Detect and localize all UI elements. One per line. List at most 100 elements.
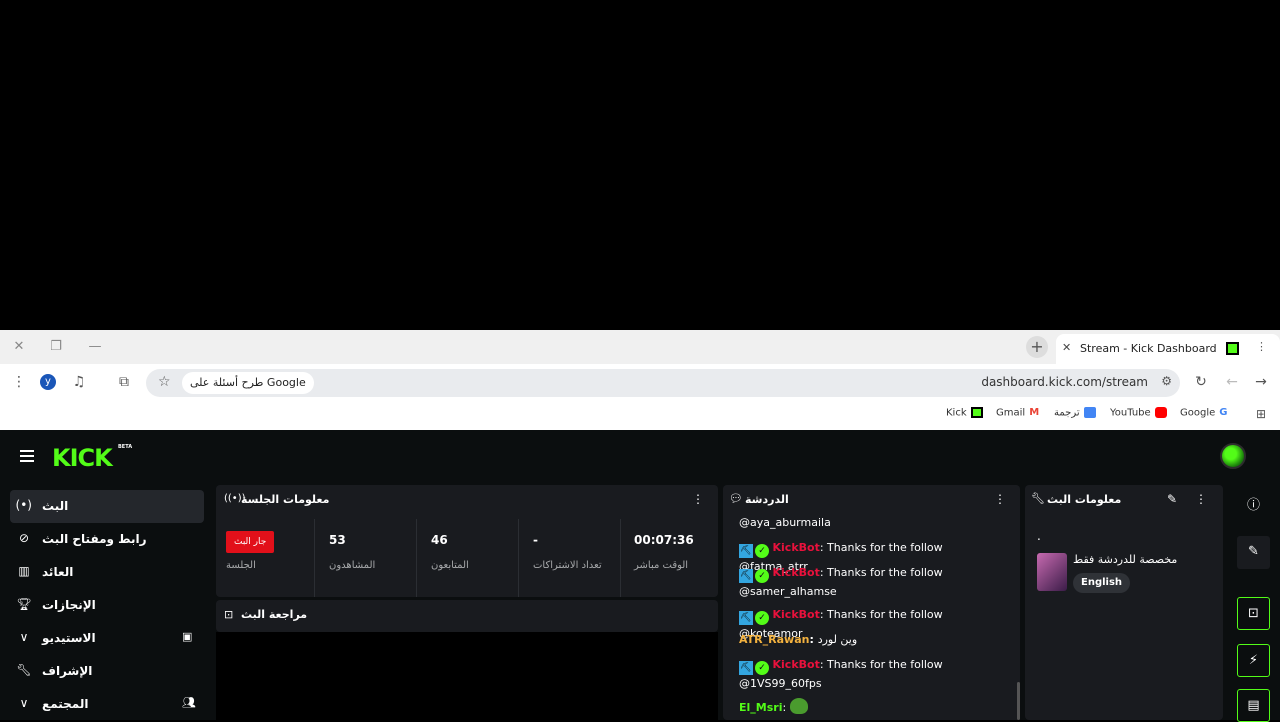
info-icon[interactable]: ⓘ <box>1237 490 1270 523</box>
extensions-icon[interactable]: ⧉ <box>115 374 133 390</box>
session-stat: جار البث الجلسة <box>216 519 314 597</box>
panel-menu-icon[interactable]: ⋮ <box>994 492 1006 506</box>
preview-icon: ⊡ <box>224 608 234 621</box>
bookmark-star-icon[interactable]: ☆ <box>158 374 171 390</box>
stream-info-panel: 🔧︎ معلومات البث ✎ ⋮ . مخصصة للدردشة فقط … <box>1025 485 1223 720</box>
chat-username[interactable]: KickBot <box>773 658 820 671</box>
sidebar-item-label: المجتمع <box>42 697 89 711</box>
kick-logo[interactable]: KICK <box>52 444 113 472</box>
chevron-down-icon: ∨ <box>19 630 29 644</box>
category-name[interactable]: مخصصة للدردشة فقط <box>1073 553 1177 566</box>
session-info-panel: ((•)) معلومات الجلسة ⋮ جار البث الجلسة 5… <box>216 485 718 597</box>
chat-username[interactable]: KickBot <box>773 541 820 554</box>
wrench-icon: 🔧︎ <box>1031 492 1045 505</box>
edit-icon[interactable]: ✎ <box>1237 536 1270 569</box>
browser-toolbar: ⋮ y ♫ ⧉ ☆ طرح أسئلة على Google dashboard… <box>0 364 1280 402</box>
sidebar-item-studio[interactable]: ∨ الاستيديو ▣ <box>10 622 204 655</box>
verified-badge-icon: ✓ <box>755 611 769 625</box>
sidebar-item-label: البث <box>42 499 69 513</box>
close-window-icon[interactable]: ✕ <box>10 338 28 356</box>
sidebar-item-moderation[interactable]: 🔧︎ الإشراف <box>10 655 204 688</box>
chat-username[interactable]: KickBot <box>773 608 820 621</box>
bookmark-gmail[interactable]: Gmail M <box>996 407 1039 419</box>
language-chip: English <box>1073 573 1131 593</box>
moderator-badge-icon: ⛏ <box>739 544 753 558</box>
chat-username[interactable]: ATR_Rawan <box>739 633 809 646</box>
moderator-badge-icon: ⛏ <box>739 611 753 625</box>
sidebar-item-label: الإنجازات <box>42 598 96 612</box>
google-icon: G <box>1219 407 1228 418</box>
url-text[interactable]: dashboard.kick.com/stream <box>981 375 1148 389</box>
bookmark-google[interactable]: Google G <box>1180 407 1227 419</box>
restore-window-icon[interactable]: ❐ <box>47 338 65 356</box>
broadcast-icon: (•) <box>15 498 32 512</box>
chat-panel: 💬︎ الدردشة ⋮ @aya_aburmaila ⛏ ✓ KickBot: … <box>723 485 1020 720</box>
sidebar-item-label: الاستيديو <box>42 631 96 645</box>
panel-title: معلومات البث <box>1047 493 1122 506</box>
browser-menu-icon[interactable]: ⋮ <box>10 374 28 390</box>
back-arrow-icon[interactable]: ← <box>1223 374 1241 390</box>
new-tab-button[interactable]: + <box>1026 336 1048 358</box>
sidebar-item-stream-key[interactable]: ⊘ رابط ومفتاح البث <box>10 523 204 556</box>
notes-icon[interactable]: ▤ <box>1237 689 1270 722</box>
stat-value: 46 <box>431 533 448 547</box>
panel-menu-icon[interactable]: ⋮ <box>692 492 704 506</box>
apps-grid-icon[interactable]: ⊞ <box>1256 407 1266 421</box>
trophy-icon: 🏆︎ <box>16 597 32 611</box>
sidebar-item-community[interactable]: ∨ المجتمع 👥︎ <box>10 688 204 721</box>
stat-value: 53 <box>329 533 346 547</box>
live-badge: جار البث <box>226 531 275 553</box>
verified-badge-icon: ✓ <box>755 544 769 558</box>
screen-capture-icon[interactable]: ⊡ <box>1237 597 1270 630</box>
emote-icon <box>789 698 808 714</box>
kick-dashboard: KICK BETA (•) البث ⊘ رابط ومفتاح البث ▥ … <box>0 430 1280 722</box>
bookmark-translate[interactable]: ترجمة <box>1054 407 1096 419</box>
tab-close-icon[interactable]: ✕ <box>1062 341 1071 354</box>
profile-avatar[interactable]: y <box>40 374 56 390</box>
chat-message: @aya_aburmaila <box>739 516 831 529</box>
sidebar: (•) البث ⊘ رابط ومفتاح البث ▥ العائد 🏆︎ … <box>10 490 204 721</box>
user-avatar[interactable] <box>1220 443 1246 469</box>
edit-pencil-icon[interactable]: ✎ <box>1167 492 1177 506</box>
verified-badge-icon: ✓ <box>755 569 769 583</box>
sidebar-item-revenue[interactable]: ▥ العائد <box>10 556 204 589</box>
media-icon[interactable]: ♫ <box>70 374 88 390</box>
chart-icon: ▥ <box>18 564 30 578</box>
sidebar-item-label: العائد <box>42 565 74 579</box>
browser-tab[interactable]: ✕ Stream - Kick Dashboard ⋮ <box>1056 334 1280 364</box>
reload-icon[interactable]: ↻ <box>1192 374 1210 390</box>
hamburger-menu-icon[interactable] <box>20 450 34 465</box>
stat-label: الجلسة <box>226 560 256 571</box>
address-bar[interactable]: ☆ طرح أسئلة على Google dashboard.kick.co… <box>146 369 1180 397</box>
ask-google-chip[interactable]: طرح أسئلة على Google <box>182 372 314 394</box>
stat-label: المتابعون <box>431 560 469 571</box>
community-icon: 👥︎ <box>182 696 196 709</box>
panel-menu-icon[interactable]: ⋮ <box>1195 492 1207 506</box>
lightning-icon[interactable]: ⚡︎ <box>1237 644 1270 677</box>
sidebar-item-label: رابط ومفتاح البث <box>42 532 147 546</box>
panel-title: معلومات الجلسة <box>241 493 330 506</box>
subscriptions-stat: - تعداد الاشتراكات <box>518 519 620 597</box>
bookmark-youtube[interactable]: YouTube <box>1110 407 1167 419</box>
chat-scrollbar[interactable] <box>1017 682 1020 720</box>
viewers-stat: 53 المشاهدون <box>314 519 416 597</box>
sidebar-item-stream[interactable]: (•) البث <box>10 490 204 523</box>
beta-label: BETA <box>118 444 133 450</box>
stat-label: تعداد الاشتراكات <box>533 560 602 571</box>
moderator-badge-icon: ⛏ <box>739 661 753 675</box>
forward-arrow-icon[interactable]: → <box>1252 374 1270 390</box>
bookmark-kick[interactable]: Kick <box>946 407 983 419</box>
stream-preview <box>216 632 718 720</box>
browser-tabbar: ✕ ❐ — + ✕ Stream - Kick Dashboard ⋮ <box>0 330 1280 364</box>
chat-username[interactable]: El_Msri <box>739 701 782 714</box>
chat-bubble-icon: 💬︎ <box>729 492 743 505</box>
chat-username[interactable]: KickBot <box>773 566 820 579</box>
site-settings-icon[interactable]: ⚙ <box>1161 374 1172 388</box>
minimize-window-icon[interactable]: — <box>86 338 104 356</box>
gmail-icon: M <box>1029 407 1040 418</box>
chat-message: ⛏ ✓ KickBot: Thanks for the follow @1VS99… <box>739 658 943 690</box>
sidebar-item-achievements[interactable]: 🏆︎ الإنجازات <box>10 589 204 622</box>
youtube-icon <box>1154 407 1167 418</box>
tab-menu-icon[interactable]: ⋮ <box>1256 340 1267 353</box>
sidebar-item-label: الإشراف <box>42 664 93 678</box>
